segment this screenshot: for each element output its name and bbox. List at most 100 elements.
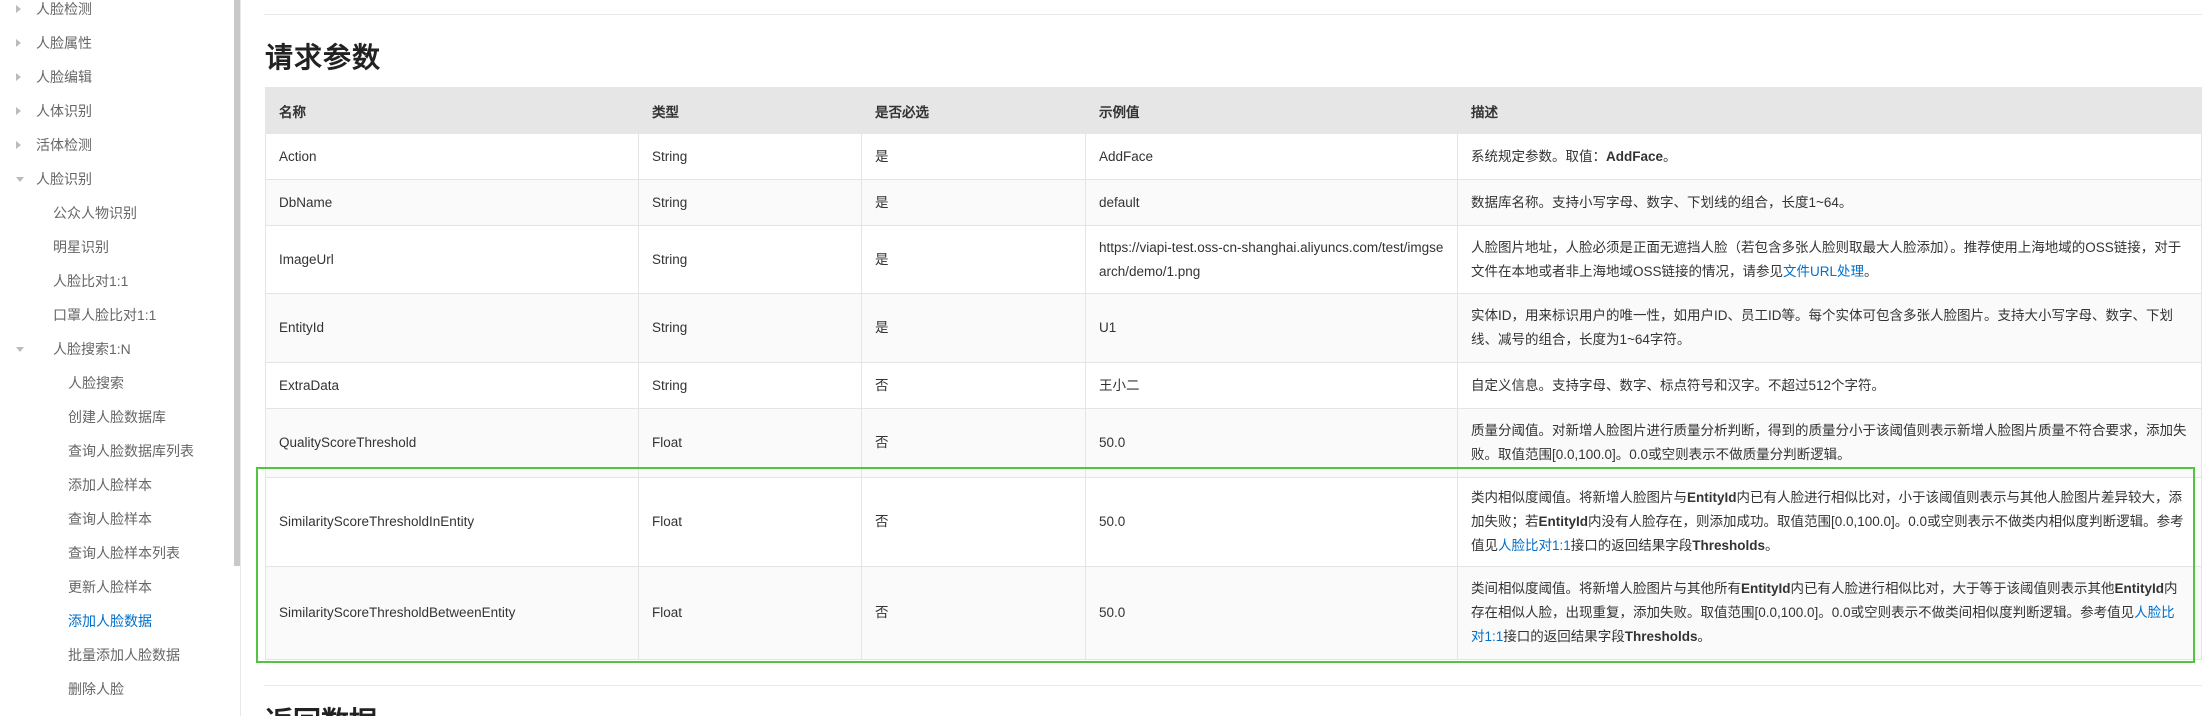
header-example: 示例值 [1085,87,1458,134]
cell-type: Float [638,566,862,660]
sidebar-item-label: 人脸检测 [36,1,92,17]
sidebar-item-label: 查询人脸样本 [68,511,152,527]
cell-name: EntityId [265,293,639,363]
sidebar-item[interactable]: 查询人脸数据库列表 [68,434,194,468]
sidebar-item-label: 人脸比对1:1 [53,273,129,289]
sidebar-item[interactable]: 创建人脸数据库 [68,400,166,434]
sidebar-item[interactable]: 人脸编辑 [36,60,92,94]
cell-example: U1 [1085,293,1458,363]
sidebar-item[interactable]: 添加人脸数据 [68,604,152,638]
header-required: 是否必选 [861,87,1086,134]
cell-name: DbName [265,179,639,226]
cell-description: 系统规定参数。取值：AddFace。 [1457,133,2202,180]
sidebar-item-label: 明星识别 [53,239,109,255]
sidebar-item-label: 人脸属性 [36,35,92,51]
table-row: ExtraData String 否王小二 自定义信息。支持字母、数字、标点符号和汉字… [265,362,2202,409]
table-row: SimilarityScoreThresholdBetweenEntity Flo… [265,566,2202,660]
cell-required: 否 [861,566,1086,660]
cell-required: 否 [861,477,1086,567]
chevron-right-icon[interactable] [16,141,21,149]
desc-text: 。 [1864,263,1878,279]
cell-name: ExtraData [265,362,639,409]
sidebar-item-label: 人脸搜索1:N [53,341,131,357]
sidebar-item-label: 人体识别 [36,103,92,119]
sidebar-nav: 人脸检测人脸属性人脸编辑人体识别活体检测人脸识别 公众人物识别明星识别人脸比对1:… [0,0,236,716]
cell-required: 是 [861,133,1086,180]
cell-example: 50.0 [1085,566,1458,660]
desc-text: 类内相似度阈值。将新增人脸图片与 [1471,490,1687,505]
chevron-down-icon[interactable] [16,177,24,182]
sidebar-item[interactable]: 明星识别 [53,230,109,264]
desc-text: 自定义信息。支持字母、数字、标点符号和汉字。不超过512个字符。 [1471,377,1886,393]
sidebar-item[interactable]: 人脸识别 [36,162,92,196]
sidebar-item[interactable]: 公众人物识别 [53,196,137,230]
desc-strong: EntityId [1538,514,1589,529]
sidebar-item-label: 删除人脸 [68,681,124,697]
cell-example: https://viapi-test.oss-cn-shanghai.aliyu… [1085,225,1458,294]
sidebar-item[interactable]: 人脸比对1:1 [53,264,128,298]
cell-name: SimilarityScoreThresholdInEntity [265,477,639,567]
desc-text: 内已有人脸进行相似比对，大于等于该阈值则表示其他 [1790,581,2115,596]
top-divider [264,14,2202,15]
request-params-table: 名称 类型 是否必选 示例值 描述 Action String 是 AddFace 系统… [265,87,2202,660]
desc-text: 。 [1765,538,1779,553]
sidebar-item-label: 查询人脸数据库列表 [68,443,194,459]
desc-text: 。 [1663,148,1677,164]
chevron-right-icon[interactable] [16,107,21,115]
chevron-right-icon[interactable] [16,73,21,81]
sidebar-item-label: 活体检测 [36,137,92,153]
cell-type: String [638,293,862,363]
sidebar-item-label: 创建人脸数据库 [68,409,166,425]
cell-type: String [638,362,862,409]
header-description: 描述 [1457,87,2202,134]
desc-strong: EntityId [1687,490,1737,505]
bottom-divider [264,685,2202,686]
table-row: ImageUrl String 是 https://viapi-test.oss-cn… [265,225,2202,294]
sidebar-item[interactable]: 查询人脸样本列表 [68,536,180,570]
table-row: Action String 是 AddFace 系统规定参数。取值：AddFace。 [265,133,2202,180]
sidebar-item[interactable]: 人脸属性 [36,26,92,60]
sidebar-item-label: 更新人脸样本 [68,579,152,595]
cell-example: 50.0 [1085,477,1458,567]
desc-text: 接口的返回结果字段 [1570,538,1693,553]
sidebar-item-label: 口罩人脸比对1:1 [53,307,157,323]
sidebar-item[interactable]: 活体检测 [36,128,92,162]
header-type: 类型 [638,87,862,134]
cell-description: 人脸图片地址，人脸必须是正面无遮挡人脸（若包含多张人脸则取最大人脸添加）。推荐使… [1457,225,2202,294]
sidebar-item[interactable]: 查询人脸样本 [68,502,152,536]
sidebar-item-label: 人脸编辑 [36,69,92,85]
cell-type: String [638,225,862,294]
cell-description: 数据库名称。支持小写字母、数字、下划线的组合，长度1~64。 [1457,179,2202,226]
chevron-right-icon[interactable] [16,39,21,47]
cell-required: 是 [861,225,1086,294]
table-header-row: 名称 类型 是否必选 示例值 描述 [265,87,2202,134]
table-row: SimilarityScoreThresholdInEntity Float 否 50… [265,477,2202,567]
desc-strong: EntityId [2114,581,2165,596]
desc-strong: Thresholds [1624,629,1698,644]
chevron-down-icon[interactable] [16,347,24,352]
desc-text: 接口的返回结果字段 [1503,629,1625,644]
table-row: EntityId String 是 U1 实体ID，用来标识用户的唯一性，如用户ID、员… [265,293,2202,363]
sidebar-item[interactable]: 口罩人脸比对1:1 [53,298,156,332]
cell-required: 否 [861,408,1086,478]
cell-description: 自定义信息。支持字母、数字、标点符号和汉字。不超过512个字符。 [1457,362,2202,409]
cell-example: default [1085,179,1458,226]
sidebar-item[interactable]: 人脸搜索 [68,366,124,400]
cell-required: 是 [861,179,1086,226]
cell-description: 类内相似度阈值。将新增人脸图片与EntityId内已有人脸进行相似比对，小于该阈… [1457,477,2202,567]
desc-text: 实体ID，用来标识用户的唯一性，如用户ID、员工ID等。每个实体可包含多张人脸图… [1471,308,2173,347]
sidebar-item[interactable]: 删除人脸 [68,672,124,706]
page-section-title: 请求参数 [265,42,382,73]
desc-text: 类间相似度阈值。将新增人脸图片与其他所有 [1471,581,1741,596]
doc-link[interactable]: 文件URL处理 [1783,264,1864,279]
chevron-right-icon[interactable] [16,5,21,13]
sidebar-item[interactable]: 添加人脸样本 [68,468,152,502]
sidebar-item[interactable]: 人体识别 [36,94,92,128]
sidebar-item[interactable]: 人脸检测 [36,0,92,26]
doc-link[interactable]: 人脸比对1:1 [1498,538,1571,553]
sidebar-item[interactable]: 更新人脸样本 [68,570,152,604]
sidebar-item[interactable]: 人脸搜索1:N [53,332,131,366]
desc-text: 质量分阈值。对新增人脸图片进行质量分析判断，得到的质量分小于该阈值则表示新增人脸… [1471,423,2187,462]
desc-strong: Thresholds [1692,538,1766,553]
sidebar-item[interactable]: 批量添加人脸数据 [68,638,180,672]
